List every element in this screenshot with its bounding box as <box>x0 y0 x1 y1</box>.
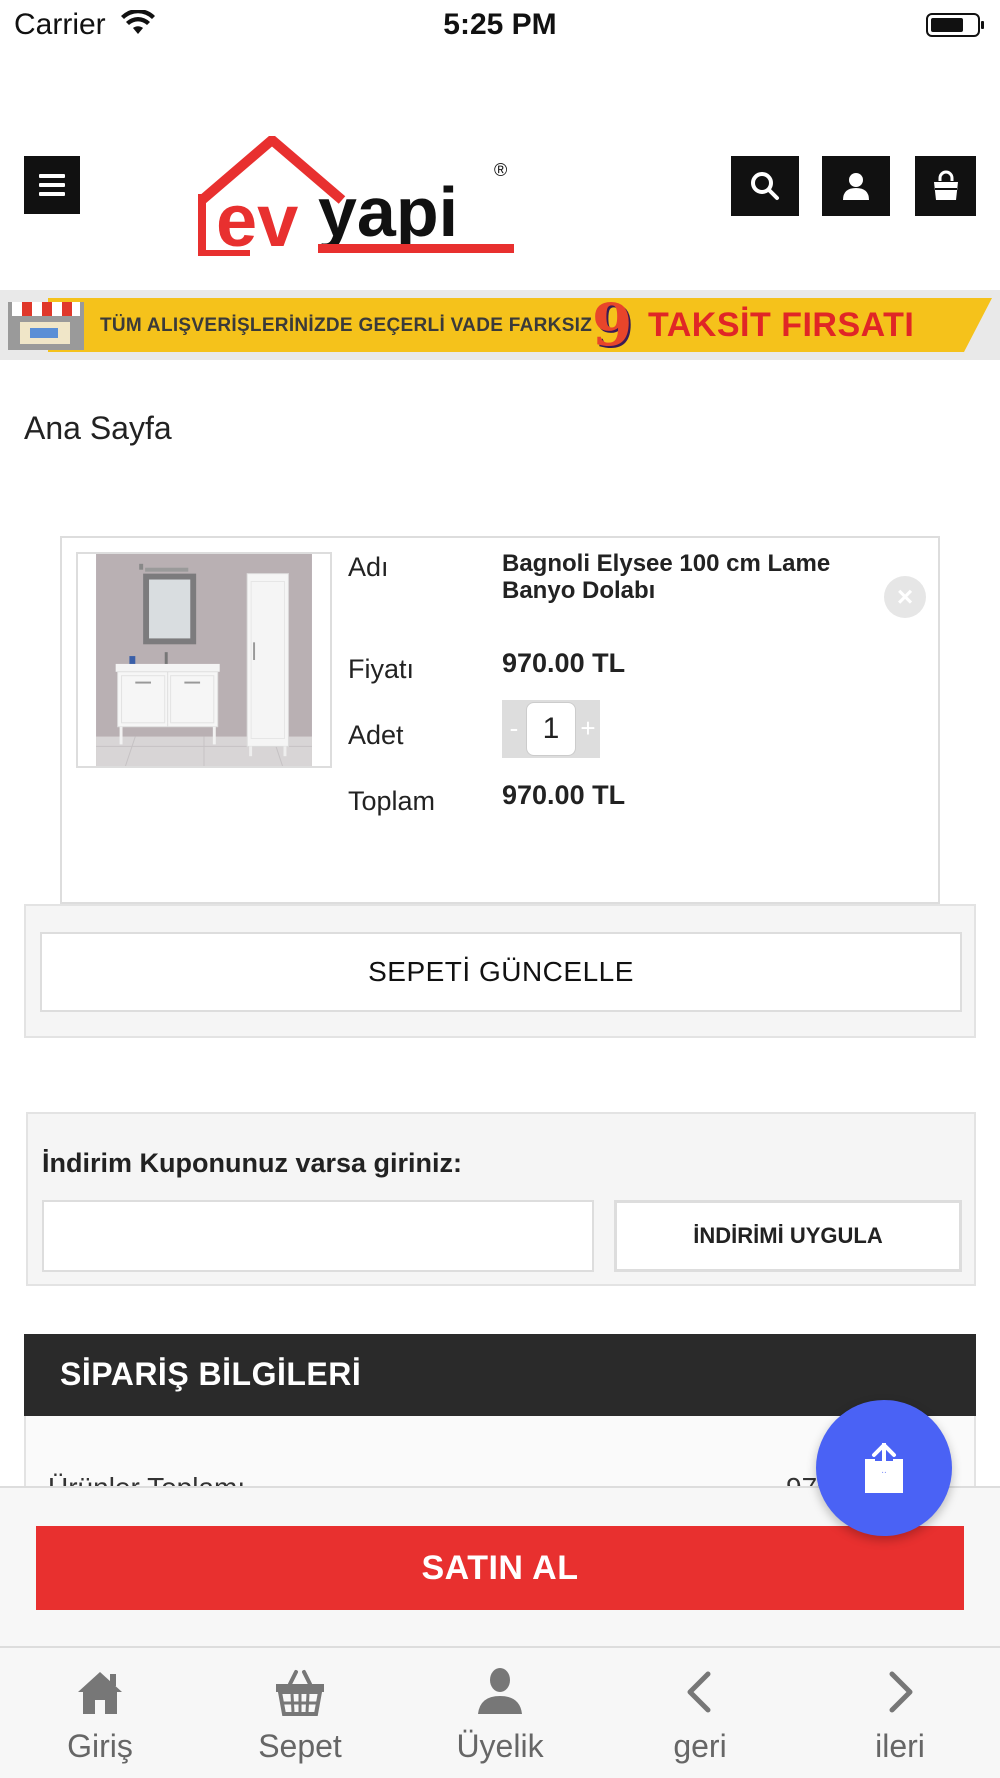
evyapi-logo[interactable]: ev yapi ® <box>198 136 518 256</box>
product-name[interactable]: Bagnoli Elysee 100 cm Lame Banyo Dolabı <box>502 550 852 604</box>
quantity-label: Adet <box>348 720 404 750</box>
bottom-tab-bar: Giriş Sepet Üyelik geri ileri <box>0 1646 1000 1778</box>
account-button[interactable] <box>822 156 890 216</box>
tab-membership-label: Üyelik <box>456 1728 544 1764</box>
site-header: ev yapi ® <box>0 52 1000 290</box>
tab-membership[interactable]: Üyelik <box>400 1648 600 1778</box>
breadcrumb-home[interactable]: Ana Sayfa <box>24 410 172 447</box>
close-icon: × <box>896 581 914 612</box>
user-icon <box>843 173 869 200</box>
cart-item: Adı Bagnoli Elysee 100 cm Lame Banyo Dol… <box>60 536 940 904</box>
status-bar: Carrier 5:25 PM <box>0 0 1000 52</box>
cart-button[interactable] <box>915 156 976 216</box>
update-cart-panel: SEPETİ GÜNCELLE <box>24 904 976 1038</box>
tab-back-label: geri <box>673 1728 727 1764</box>
order-info-header: SİPARİŞ BİLGİLERİ <box>24 1334 976 1416</box>
decrease-quantity-button[interactable]: - <box>502 700 526 758</box>
products-total-label: Ürünler Toplamı <box>48 1472 245 1486</box>
chevron-right-icon <box>889 1671 913 1713</box>
menu-icon-bar <box>39 192 65 196</box>
buy-button[interactable]: SATIN AL <box>36 1526 964 1610</box>
logo-ev-text: ev <box>216 179 298 256</box>
shopping-bag-icon <box>933 170 958 200</box>
logo-yapi-text: yapi <box>318 173 458 251</box>
coupon-panel: İndirim Kuponunuz varsa giriniz: İNDİRİM… <box>26 1112 976 1286</box>
update-cart-button[interactable]: SEPETİ GÜNCELLE <box>40 932 962 1012</box>
basket-icon <box>276 1670 324 1716</box>
share-button[interactable] <box>816 1400 952 1536</box>
tab-basket[interactable]: Sepet <box>200 1648 400 1778</box>
tab-forward-label: ileri <box>875 1728 925 1764</box>
chevron-left-icon <box>687 1671 711 1713</box>
tab-back[interactable]: geri <box>600 1648 800 1778</box>
order-info-title: SİPARİŞ BİLGİLERİ <box>60 1356 362 1392</box>
banner-highlight: TAKSİT FIRSATI <box>648 306 915 344</box>
line-total: 970.00 TL <box>502 780 626 810</box>
price-label: Fiyatı <box>348 654 415 684</box>
clock: 5:25 PM <box>443 8 557 41</box>
product-image[interactable] <box>76 552 332 768</box>
banner-number: 9 <box>592 291 633 359</box>
coupon-code-input[interactable] <box>42 1200 594 1272</box>
name-label: Adı <box>348 552 389 582</box>
menu-icon-bar <box>39 183 65 187</box>
logo-registered-mark: ® <box>494 160 507 180</box>
bathroom-cabinet-image <box>96 554 312 766</box>
apply-coupon-button[interactable]: İNDİRİMİ UYGULA <box>614 1200 962 1272</box>
tab-home-label: Giriş <box>67 1728 133 1764</box>
quantity-stepper: - 1 + <box>502 700 600 758</box>
total-label: Toplam <box>348 786 436 816</box>
coupon-title: İndirim Kuponunuz varsa giriniz: <box>42 1148 463 1178</box>
home-icon <box>78 1672 122 1714</box>
tab-forward[interactable]: ileri <box>800 1648 1000 1778</box>
product-price: 970.00 TL <box>502 648 626 678</box>
banner-text: TÜM ALIŞVERİŞLERİNİZDE GEÇERLİ VADE FARK… <box>100 315 593 336</box>
search-icon <box>751 172 779 200</box>
tab-home[interactable]: Giriş <box>0 1648 200 1778</box>
menu-icon-bar <box>39 174 65 178</box>
quantity-input[interactable]: 1 <box>526 702 576 756</box>
share-icon <box>865 1443 903 1493</box>
remove-item-button[interactable]: × <box>884 576 926 618</box>
tab-basket-label: Sepet <box>258 1728 342 1764</box>
battery-icon <box>926 13 984 37</box>
promo-banner[interactable]: TÜM ALIŞVERİŞLERİNİZDE GEÇERLİ VADE FARK… <box>0 290 1000 360</box>
person-icon <box>478 1668 522 1714</box>
increase-quantity-button[interactable]: + <box>576 700 600 758</box>
menu-button[interactable] <box>24 156 80 214</box>
search-button[interactable] <box>731 156 799 216</box>
